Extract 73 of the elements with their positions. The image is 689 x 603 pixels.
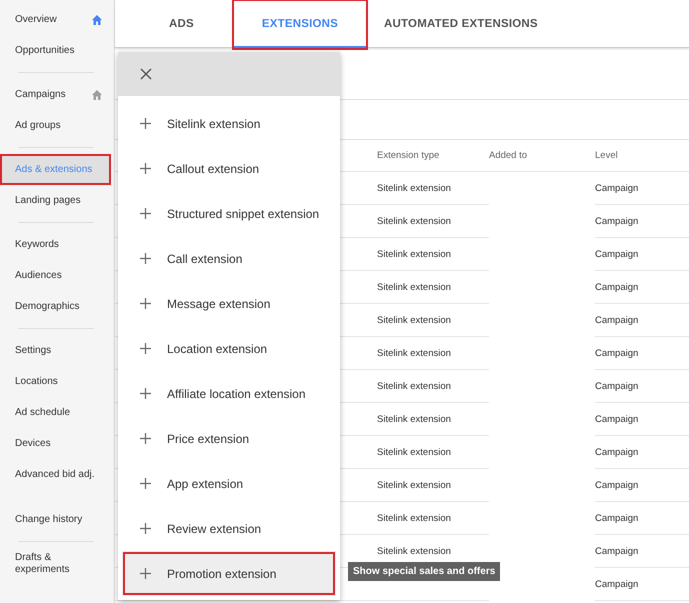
menu-item[interactable]: Review extension [118, 506, 340, 551]
menu-item[interactable]: Affiliate location extension [118, 371, 340, 416]
menu-item[interactable]: Structured snippet extension [118, 191, 340, 236]
plus-icon [140, 208, 151, 219]
table-cell: Sitelink extension [377, 348, 451, 358]
table-cell: Sitelink extension [377, 546, 451, 556]
table-cell: Campaign [595, 348, 638, 358]
sidebar-item[interactable]: Advanced bid adj. [0, 459, 111, 490]
sidebar-item[interactable]: Landing pages [0, 185, 111, 216]
table-cell: Campaign [595, 314, 638, 326]
sidebar-item[interactable]: Ad groups [0, 110, 111, 141]
sidebar-item[interactable]: Audiences [0, 260, 111, 291]
plus-icon [140, 568, 151, 579]
sidebar-item[interactable]: Campaigns [0, 79, 111, 110]
tooltip: Show special sales and offers [348, 562, 500, 581]
plus-icon [140, 433, 151, 444]
plus-icon [140, 298, 151, 309]
table-cell: Sitelink extension [377, 282, 451, 292]
table-cell: Sitelink extension [377, 480, 451, 490]
sidebar-item[interactable]: Devices [0, 428, 111, 459]
tab[interactable]: AUTOMATED EXTENSIONS [366, 1, 556, 48]
close-button[interactable] [138, 66, 154, 82]
table-cell: Sitelink extension [377, 248, 451, 260]
plus-icon [140, 118, 151, 129]
tab[interactable]: ADS [129, 1, 234, 48]
sidebar-item[interactable]: Overview [0, 4, 111, 35]
table-cell: Campaign [595, 578, 638, 590]
table-cell: Campaign [595, 480, 638, 490]
table-cell: Campaign [595, 182, 638, 194]
table-cell: Sitelink extension [377, 380, 451, 392]
plus-icon [140, 343, 151, 354]
plus-icon [140, 253, 151, 264]
menu-item[interactable]: Price extension [118, 416, 340, 461]
menu-item[interactable]: Sitelink extension [118, 101, 340, 146]
table-cell: Sitelink extension [377, 182, 451, 194]
sidebar-item[interactable]: Locations [0, 366, 111, 397]
menu-item[interactable]: App extension [118, 461, 340, 506]
sidebar-item[interactable]: Ad schedule [0, 397, 111, 428]
tab[interactable]: EXTENSIONS [234, 1, 366, 48]
plus-icon [140, 478, 151, 489]
menu-item[interactable]: Call extension [118, 236, 340, 281]
home-icon[interactable] [91, 14, 103, 25]
menu-item[interactable]: Message extension [118, 281, 340, 326]
table-cell: Campaign [595, 216, 638, 226]
menu-item[interactable]: Callout extension [118, 146, 340, 191]
sidebar-item[interactable]: Change history [0, 504, 111, 535]
plus-icon [140, 388, 151, 399]
table-cell: Sitelink extension [377, 314, 451, 326]
table-cell: Campaign [595, 414, 638, 424]
table-cell: Sitelink extension [377, 216, 451, 226]
table-cell: Sitelink extension [377, 512, 451, 524]
menu-item[interactable]: Location extension [118, 326, 340, 371]
sidebar-item[interactable]: Demographics [0, 291, 111, 322]
table-cell: Campaign [595, 512, 638, 524]
table-cell: Campaign [595, 546, 638, 556]
sidebar-item[interactable]: Settings [0, 335, 111, 366]
column-header: Added to [489, 150, 528, 161]
table-cell: Campaign [595, 446, 638, 458]
table-cell: Campaign [595, 282, 638, 292]
table-cell: Campaign [595, 380, 638, 392]
column-header: Level [595, 150, 618, 161]
column-header: Extension type [377, 150, 440, 161]
plus-icon [140, 523, 151, 534]
table-cell: Sitelink extension [377, 414, 451, 424]
plus-icon [140, 163, 151, 174]
sidebar-item[interactable]: Keywords [0, 229, 111, 260]
sidebar-item[interactable]: Opportunities [0, 35, 111, 66]
home-icon[interactable] [91, 89, 103, 100]
table-cell: Campaign [595, 248, 638, 260]
menu-item[interactable]: Promotion extension [122, 551, 336, 596]
close-icon [140, 68, 152, 80]
table-cell: Sitelink extension [377, 446, 451, 458]
sidebar-item[interactable]: Drafts & experiments [0, 548, 111, 579]
